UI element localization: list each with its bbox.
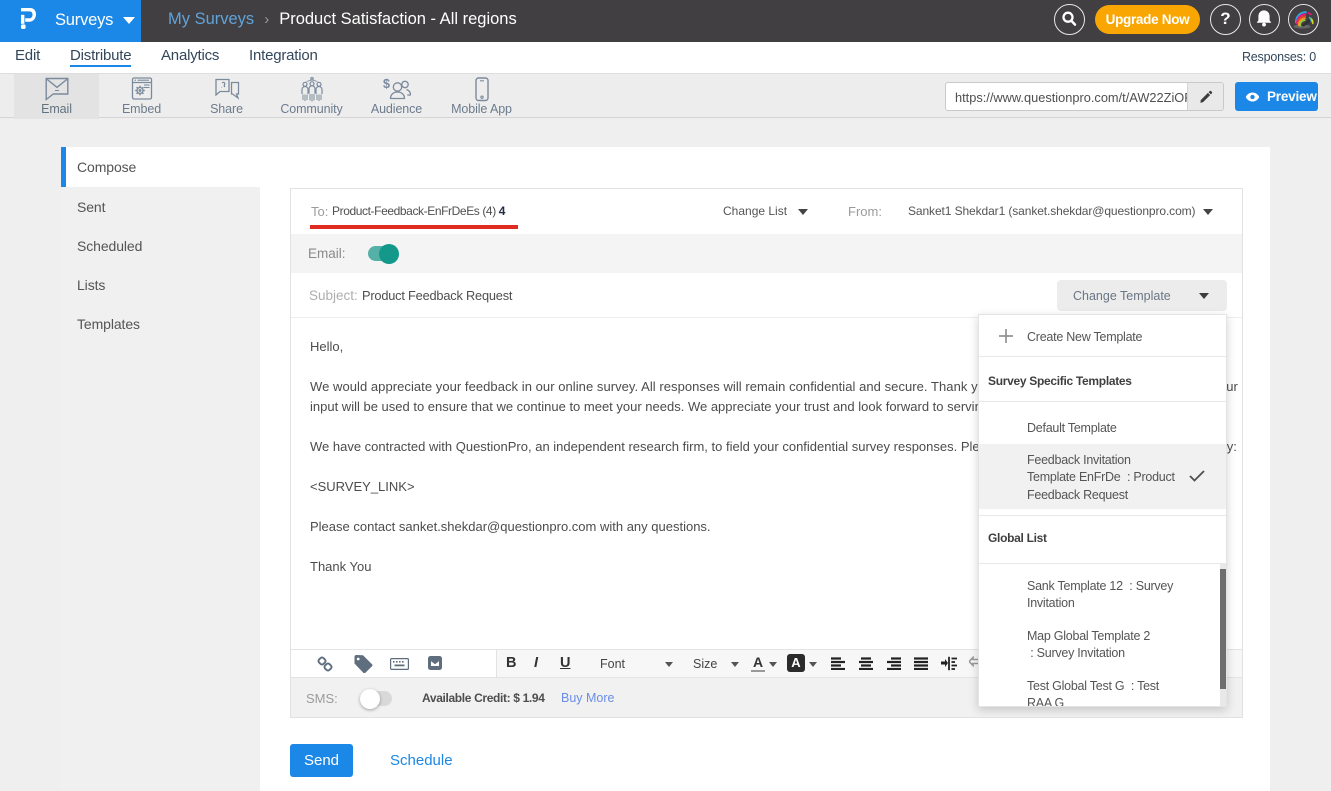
svg-text:$: $ (383, 77, 390, 91)
